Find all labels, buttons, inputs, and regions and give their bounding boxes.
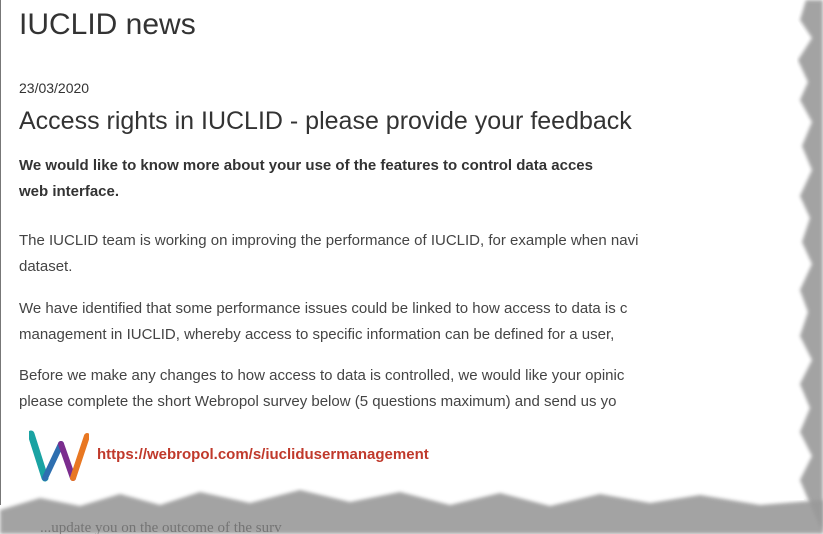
paragraph-3: Before we make any changes to how access… <box>19 363 624 415</box>
article-lead: We would like to know more about your us… <box>19 153 593 205</box>
paragraph-2: We have identified that some performance… <box>19 296 627 348</box>
article-lead-line-1: We would like to know more about your us… <box>19 157 593 174</box>
paragraph-2-line-1: We have identified that some performance… <box>19 300 628 317</box>
survey-link[interactable]: https://webropol.com/s/iuclidusermanagem… <box>97 446 429 463</box>
paragraph-3-line-1: Before we make any changes to how access… <box>19 367 625 384</box>
news-date: 23/03/2020 <box>19 80 90 96</box>
paragraph-1: The IUCLID team is working on improving … <box>19 228 638 280</box>
bottom-partial-text: ...update you on the outcome of the surv <box>40 515 282 534</box>
bottom-partial-line: ...update you on the outcome of the surv <box>40 520 282 534</box>
article-title: Access rights in IUCLID - please provide… <box>19 107 632 135</box>
news-content: IUCLID news 23/03/2020 Access rights in … <box>19 0 819 534</box>
screenshot-stage: IUCLID news 23/03/2020 Access rights in … <box>0 0 823 534</box>
paragraph-3-line-2: please complete the short Webropol surve… <box>19 393 617 410</box>
paragraph-2-line-2: management in IUCLID, whereby access to … <box>19 326 615 343</box>
news-clip: IUCLID news 23/03/2020 Access rights in … <box>19 0 819 534</box>
paragraph-1-line-1: The IUCLID team is working on improving … <box>19 232 639 249</box>
paragraph-1-line-2: dataset. <box>19 258 73 275</box>
page-title: IUCLID news <box>19 8 196 41</box>
article-lead-line-2: web interface. <box>19 183 120 200</box>
webropol-logo-icon[interactable] <box>29 430 89 482</box>
